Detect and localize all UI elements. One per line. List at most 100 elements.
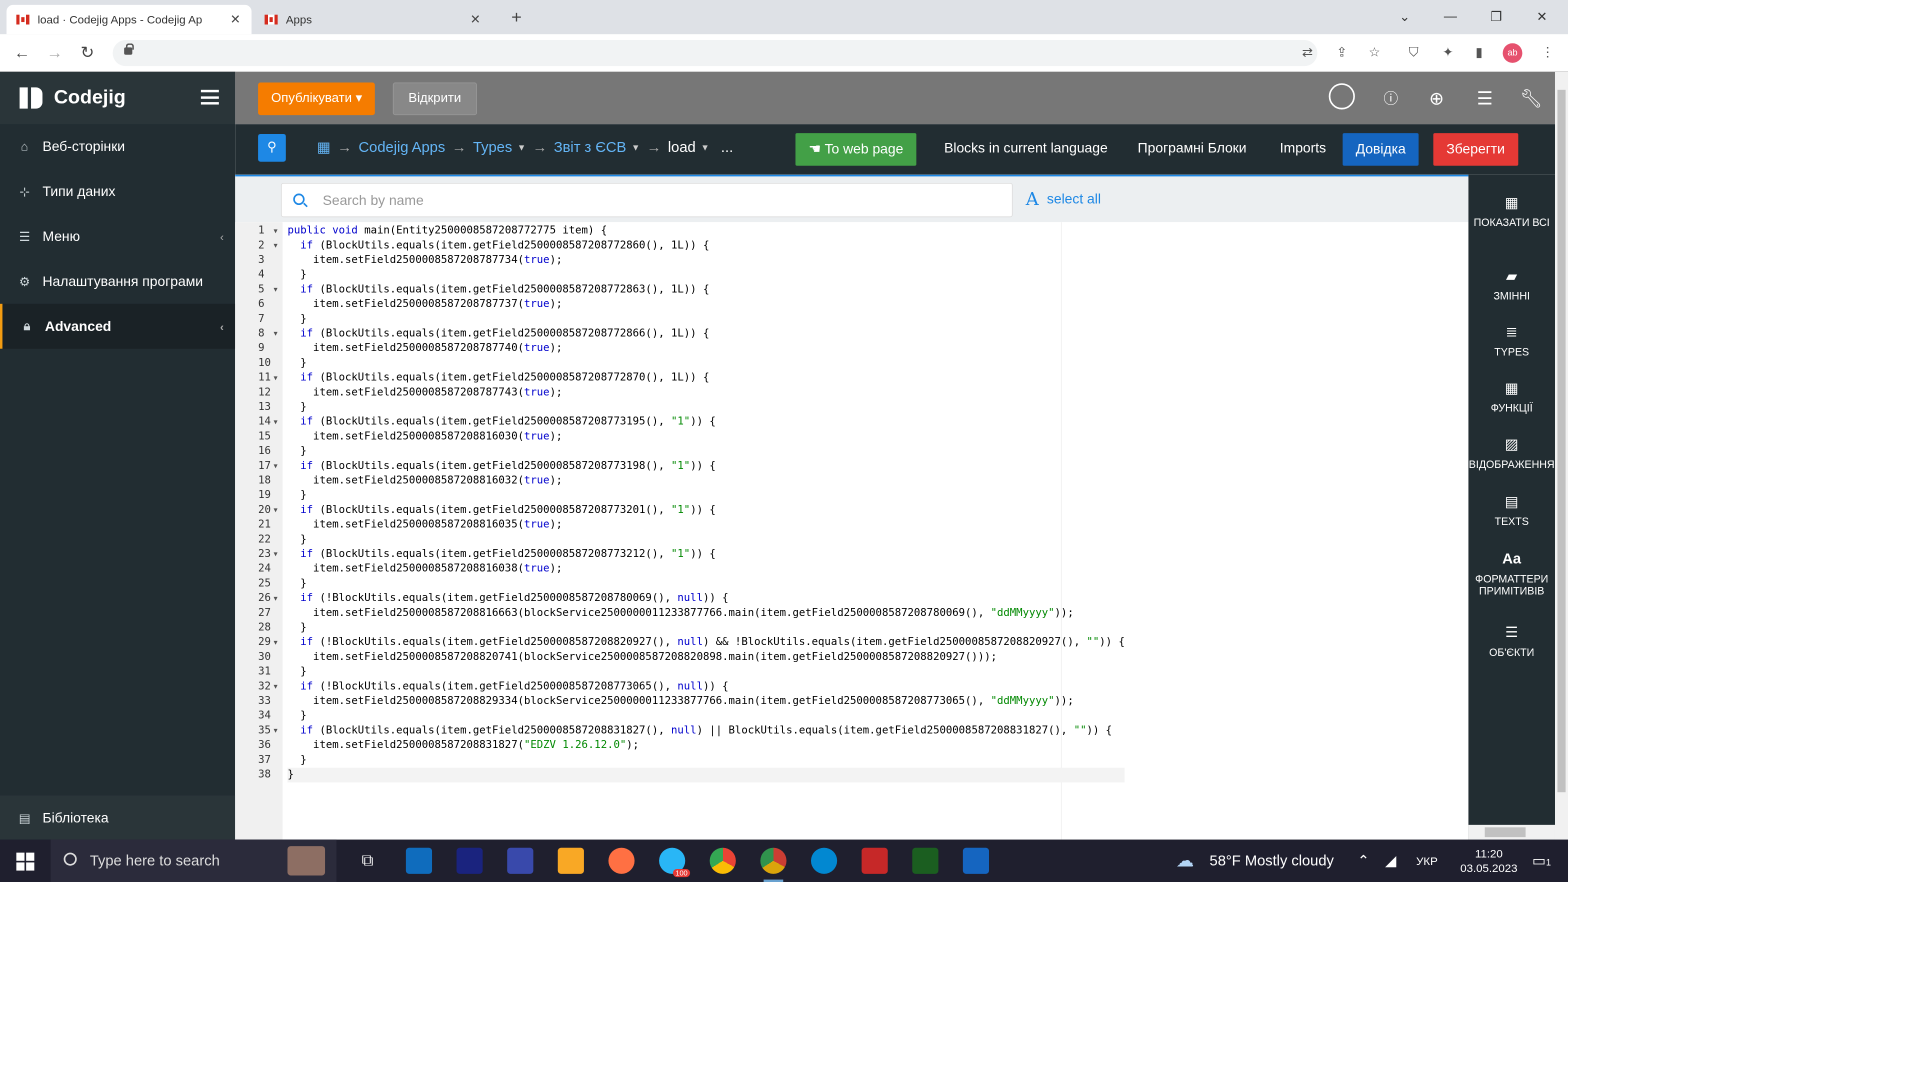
scrollbar-thumb[interactable] bbox=[1484, 827, 1526, 838]
code-line[interactable]: } bbox=[287, 444, 1124, 459]
app-logo[interactable]: Codejig bbox=[0, 71, 236, 125]
breadcrumb-esv-report[interactable]: Звіт з ЄСВ bbox=[554, 139, 627, 156]
caret-down-icon[interactable]: ▼ bbox=[631, 143, 640, 153]
imports-link[interactable]: Imports bbox=[1280, 140, 1326, 156]
outlook-icon[interactable] bbox=[405, 847, 433, 874]
firefox-icon[interactable] bbox=[608, 847, 635, 874]
code-line[interactable]: } bbox=[287, 665, 1124, 680]
search-input[interactable]: Search by name bbox=[280, 182, 1013, 218]
code-line[interactable]: } bbox=[287, 400, 1124, 415]
functions-item[interactable]: ▦ ФУНКЦІЇ bbox=[1468, 380, 1555, 414]
code-content[interactable]: public void main(Entity25000085872087727… bbox=[287, 224, 1125, 783]
code-line[interactable]: if (!BlockUtils.equals(item.getField2500… bbox=[287, 679, 1124, 694]
breadcrumb-more[interactable]: ... bbox=[721, 139, 733, 156]
profile-avatar[interactable]: ab bbox=[1502, 43, 1523, 63]
code-line[interactable]: item.setField2500008587208820741(blockSe… bbox=[287, 650, 1124, 665]
types-item[interactable]: ≣ TYPES bbox=[1468, 323, 1555, 357]
sidebar-item-data-types[interactable]: ⊹ Типи даних bbox=[0, 169, 235, 214]
fold-arrow-icon[interactable]: ▼ bbox=[274, 238, 278, 253]
code-line[interactable]: if (BlockUtils.equals(item.getField25000… bbox=[287, 327, 1124, 342]
puzzle-app-icon[interactable] bbox=[861, 847, 888, 874]
side-panel-icon[interactable]: ▮ bbox=[1470, 44, 1488, 62]
bookmark-star-icon[interactable]: ☆ bbox=[1366, 44, 1384, 62]
new-tab-button[interactable]: + bbox=[511, 7, 522, 28]
sidebar-item-library[interactable]: ▤ Бібліотека bbox=[0, 795, 236, 841]
translate-icon[interactable]: ⇄ bbox=[1299, 44, 1317, 62]
fold-arrow-icon[interactable]: ▼ bbox=[274, 591, 278, 606]
fold-arrow-icon[interactable]: ▼ bbox=[274, 547, 278, 562]
browser-tab-apps[interactable]: Apps ✕ bbox=[255, 5, 492, 34]
program-blocks-link[interactable]: Програмні Блоки bbox=[1138, 140, 1247, 156]
chevron-up-icon[interactable]: ⌃ bbox=[1357, 840, 1369, 882]
close-tab-icon[interactable]: ✕ bbox=[229, 12, 242, 27]
sidebar-item-web-pages[interactable]: ⌂ Веб-сторінки bbox=[0, 124, 235, 169]
caret-down-icon[interactable]: ▼ bbox=[701, 143, 710, 153]
telegram-icon[interactable]: 100 bbox=[659, 847, 691, 878]
close-tab-icon[interactable]: ✕ bbox=[469, 12, 482, 27]
objects-item[interactable]: ☰ ОБ'ЄКТИ bbox=[1468, 624, 1555, 658]
fold-arrow-icon[interactable]: ▼ bbox=[274, 283, 278, 298]
code-line[interactable]: if (BlockUtils.equals(item.getField25000… bbox=[287, 724, 1124, 739]
views-item[interactable]: ▨ ВІДОБРАЖЕННЯ bbox=[1468, 436, 1555, 470]
code-line[interactable]: if (BlockUtils.equals(item.getField25000… bbox=[287, 371, 1124, 386]
code-line[interactable]: if (!BlockUtils.equals(item.getField2500… bbox=[287, 635, 1125, 650]
notification-icon[interactable]: ▭1 bbox=[1532, 840, 1551, 882]
waves-app-icon[interactable] bbox=[456, 847, 483, 874]
code-line[interactable]: } bbox=[287, 488, 1124, 503]
code-line[interactable]: } bbox=[287, 767, 1125, 783]
clock[interactable]: 11:20 03.05.2023 bbox=[1452, 846, 1526, 875]
edge-icon[interactable] bbox=[810, 847, 838, 874]
page-vertical-scrollbar[interactable] bbox=[1554, 71, 1569, 840]
extensions-icon[interactable]: ✦ bbox=[1439, 44, 1457, 62]
word-icon[interactable] bbox=[962, 847, 990, 874]
breadcrumb-load[interactable]: load bbox=[668, 139, 696, 156]
code-editor[interactable]: 1 ▼ 2 ▼ 3 4 5 ▼ 6 7 8 ▼ 9 10 11 ▼ 12 13 14 ▼ 15 16 17 ▼… bbox=[235, 222, 1469, 840]
weather-text[interactable]: 58°F Mostly cloudy bbox=[1210, 840, 1334, 882]
table-icon[interactable]: ▦ bbox=[317, 139, 331, 156]
to-web-page-button[interactable]: ☚ To web page bbox=[795, 133, 917, 166]
breadcrumb-codejig-apps[interactable]: Codejig Apps bbox=[359, 139, 446, 156]
fold-arrow-icon[interactable]: ▼ bbox=[274, 327, 278, 342]
code-line[interactable]: } bbox=[287, 532, 1124, 547]
fold-arrow-icon[interactable]: ▼ bbox=[274, 459, 278, 474]
panel-horizontal-scrollbar[interactable] bbox=[1468, 824, 1555, 840]
list-icon[interactable]: ☰ bbox=[1473, 87, 1498, 112]
shield-icon[interactable]: ⛉ bbox=[1405, 44, 1423, 62]
code-line[interactable]: if (BlockUtils.equals(item.getField25000… bbox=[287, 547, 1124, 562]
blocks-current-language-link[interactable]: Blocks in current language bbox=[944, 140, 1108, 156]
code-line[interactable]: item.setField2500008587208829334(blockSe… bbox=[287, 694, 1124, 709]
code-line[interactable]: item.setField2500008587208816030(true); bbox=[287, 430, 1124, 445]
code-line[interactable]: item.setField2500008587208816038(true); bbox=[287, 562, 1124, 577]
code-line[interactable]: } bbox=[287, 356, 1124, 371]
publish-button[interactable]: Опублікувати ▾ bbox=[258, 82, 376, 116]
network-icon[interactable]: ◢ bbox=[1385, 840, 1396, 882]
show-all-item[interactable]: ▦ ПОКАЗАТИ ВСІ bbox=[1468, 194, 1555, 228]
user-account-icon[interactable] bbox=[1328, 83, 1355, 110]
code-line[interactable]: item.setField2500008587208787734(true); bbox=[287, 253, 1124, 268]
code-line[interactable]: if (BlockUtils.equals(item.getField25000… bbox=[287, 283, 1124, 298]
caret-down-icon[interactable]: ▼ bbox=[517, 143, 526, 153]
minimize-button[interactable]: — bbox=[1428, 0, 1474, 34]
code-line[interactable]: item.setField2500008587208816663(blockSe… bbox=[287, 606, 1124, 621]
code-line[interactable]: } bbox=[287, 621, 1124, 636]
chrome-icon[interactable] bbox=[709, 847, 736, 874]
primitive-formatters-item[interactable]: Aa ФОРМАТТЕРИ ПРИМІТИВІВ bbox=[1468, 550, 1555, 597]
save-button[interactable]: Зберегти bbox=[1433, 133, 1518, 166]
chrome-active-icon[interactable] bbox=[760, 847, 787, 883]
fold-arrow-icon[interactable]: ▼ bbox=[274, 224, 278, 239]
fold-arrow-icon[interactable]: ▼ bbox=[274, 724, 278, 739]
fold-arrow-icon[interactable]: ▼ bbox=[274, 415, 278, 430]
language-indicator[interactable]: УКР bbox=[1416, 840, 1438, 882]
fold-arrow-icon[interactable]: ▼ bbox=[274, 503, 278, 518]
code-line[interactable]: item.setField2500008587208787737(true); bbox=[287, 297, 1124, 312]
windows-start-icon[interactable] bbox=[16, 852, 35, 871]
excel-icon[interactable] bbox=[912, 847, 939, 874]
code-line[interactable]: if (BlockUtils.equals(item.getField25000… bbox=[287, 415, 1124, 430]
breadcrumb-types[interactable]: Types bbox=[473, 139, 512, 156]
fold-arrow-icon[interactable]: ▼ bbox=[274, 371, 278, 386]
code-line[interactable]: item.setField2500008587208816032(true); bbox=[287, 474, 1124, 489]
hamburger-menu-icon[interactable] bbox=[200, 89, 219, 105]
sidebar-item-advanced[interactable]: 🔒︎ Advanced ‹ bbox=[0, 303, 236, 349]
help-button[interactable]: Довідка bbox=[1342, 133, 1419, 166]
code-line[interactable]: item.setField2500008587208787740(true); bbox=[287, 341, 1124, 356]
